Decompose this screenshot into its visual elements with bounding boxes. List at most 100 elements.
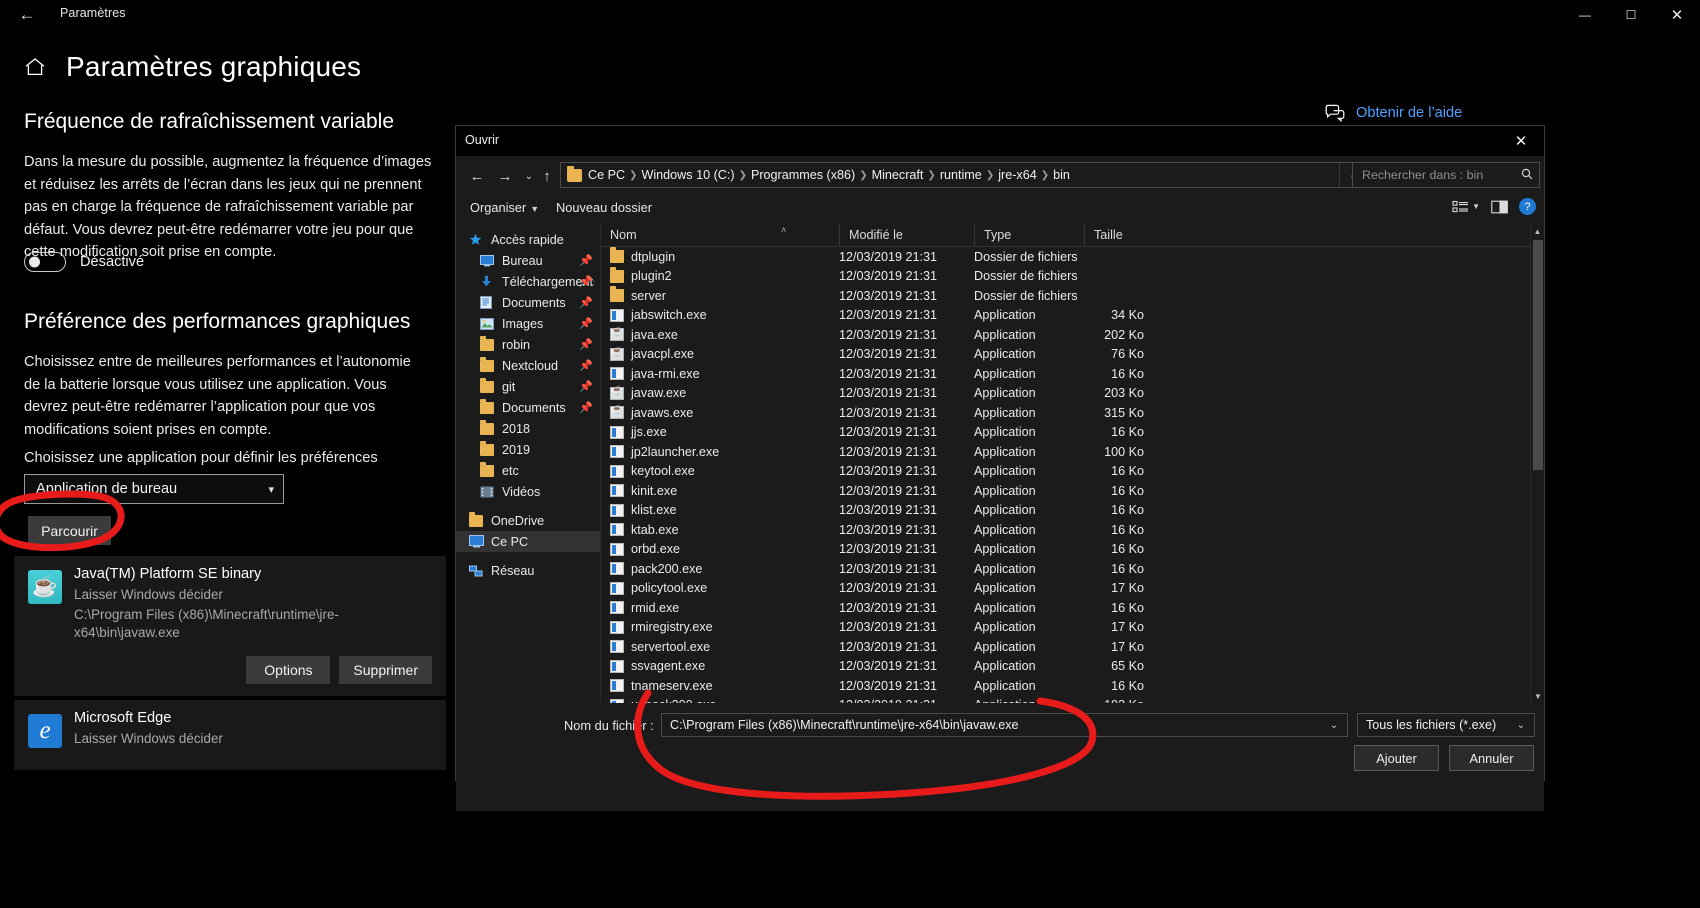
table-row[interactable]: java-rmi.exe12/03/2019 21:31Application1…	[601, 364, 1544, 384]
cell-modified: 12/03/2019 21:31	[839, 386, 974, 400]
breadcrumb-bar[interactable]: Ce PC❯Windows 10 (C:)❯Programmes (x86)❯M…	[560, 162, 1398, 188]
pin-icon[interactable]: 📌	[579, 296, 593, 309]
back-arrow-icon[interactable]: ←	[14, 4, 40, 26]
cancel-button[interactable]: Annuler	[1449, 745, 1534, 771]
table-row[interactable]: kinit.exe12/03/2019 21:31Application16 K…	[601, 481, 1544, 501]
breadcrumb-item[interactable]: jre-x64	[994, 168, 1041, 182]
new-folder-button[interactable]: Nouveau dossier	[556, 200, 652, 215]
app-entry-edge[interactable]: e Microsoft Edge Laisser Windows décider	[14, 700, 446, 770]
tree-item-bureau[interactable]: Bureau📌	[456, 250, 600, 271]
tree-item-etc[interactable]: etc	[456, 460, 600, 481]
table-row[interactable]: rmiregistry.exe12/03/2019 21:31Applicati…	[601, 618, 1544, 638]
nav-back-icon[interactable]: ←	[466, 165, 488, 187]
search-icon[interactable]	[1521, 168, 1533, 183]
table-row[interactable]: keytool.exe12/03/2019 21:31Application16…	[601, 462, 1544, 482]
table-row[interactable]: plugin212/03/2019 21:31Dossier de fichie…	[601, 267, 1544, 287]
organise-menu[interactable]: Organiser▼	[470, 200, 539, 215]
table-row[interactable]: pack200.exe12/03/2019 21:31Application16…	[601, 559, 1544, 579]
browse-button[interactable]: Parcourir	[28, 516, 111, 545]
pin-icon[interactable]: 📌	[579, 275, 593, 288]
pin-icon[interactable]: 📌	[579, 401, 593, 414]
breadcrumb-item[interactable]: runtime	[936, 168, 986, 182]
table-row[interactable]: jjs.exe12/03/2019 21:31Application16 Ko	[601, 423, 1544, 443]
search-input-placeholder[interactable]: Rechercher dans : bin	[1362, 168, 1521, 182]
add-button[interactable]: Ajouter	[1354, 745, 1439, 771]
table-row[interactable]: servertool.exe12/03/2019 21:31Applicatio…	[601, 637, 1544, 657]
remove-button[interactable]: Supprimer	[339, 656, 432, 684]
pin-icon[interactable]: 📌	[579, 380, 593, 393]
pin-icon[interactable]: 📌	[579, 317, 593, 330]
minimize-icon[interactable]: —	[1562, 0, 1608, 30]
tree-item-nextcloud[interactable]: Nextcloud📌	[456, 355, 600, 376]
table-row[interactable]: dtplugin12/03/2019 21:31Dossier de fichi…	[601, 247, 1544, 267]
nav-forward-icon[interactable]: →	[494, 165, 516, 187]
table-row[interactable]: javaw.exe12/03/2019 21:31Application203 …	[601, 384, 1544, 404]
tree-item-images[interactable]: Images📌	[456, 313, 600, 334]
tree-item-2018[interactable]: 2018	[456, 418, 600, 439]
tree-item-documents[interactable]: Documents📌	[456, 397, 600, 418]
tree-item-documents[interactable]: Documents📌	[456, 292, 600, 313]
tree-item-r-seau[interactable]: Réseau	[456, 560, 600, 581]
options-button[interactable]: Options	[246, 656, 330, 684]
column-header-size[interactable]: Taille	[1084, 224, 1154, 246]
tree-item-robin[interactable]: robin📌	[456, 334, 600, 355]
pin-icon[interactable]: 📌	[579, 338, 593, 351]
tree-item-t-l-chargements[interactable]: Téléchargements📌	[456, 271, 600, 292]
scrollbar-thumb[interactable]	[1533, 240, 1543, 470]
table-row[interactable]: java.exe12/03/2019 21:31Application202 K…	[601, 325, 1544, 345]
chevron-down-icon[interactable]: ⌄	[1325, 720, 1343, 731]
scroll-up-icon[interactable]: ▲	[1531, 224, 1544, 238]
tree-item-ce-pc[interactable]: Ce PC	[456, 531, 600, 552]
table-row[interactable]: javaws.exe12/03/2019 21:31Application315…	[601, 403, 1544, 423]
nav-up-icon[interactable]: ↑	[536, 165, 558, 187]
app-type-dropdown[interactable]: Application de bureau ▾	[24, 474, 284, 504]
file-list-scrollbar[interactable]: ▲ ▼	[1530, 224, 1544, 703]
tree-item-git[interactable]: git📌	[456, 376, 600, 397]
table-row[interactable]: orbd.exe12/03/2019 21:31Application16 Ko	[601, 540, 1544, 560]
breadcrumb-item[interactable]: Minecraft	[868, 168, 928, 182]
folder-icon	[567, 169, 582, 182]
table-row[interactable]: policytool.exe12/03/2019 21:31Applicatio…	[601, 579, 1544, 599]
table-row[interactable]: ssvagent.exe12/03/2019 21:31Application6…	[601, 657, 1544, 677]
dialog-close-icon[interactable]: ✕	[1498, 126, 1544, 156]
view-list-icon[interactable]: ▼	[1452, 200, 1480, 214]
pin-icon[interactable]: 📌	[579, 359, 593, 372]
column-header-modified[interactable]: Modifié le	[839, 224, 974, 246]
chevron-down-icon[interactable]: ⌄	[1512, 720, 1530, 731]
table-row[interactable]: jp2launcher.exe12/03/2019 21:31Applicati…	[601, 442, 1544, 462]
breadcrumb-item[interactable]: Ce PC	[584, 168, 629, 182]
table-row[interactable]: rmid.exe12/03/2019 21:31Application16 Ko	[601, 598, 1544, 618]
vrr-toggle-row[interactable]: Désactivé	[24, 252, 144, 272]
filename-input[interactable]: C:\Program Files (x86)\Minecraft\runtime…	[661, 713, 1348, 737]
table-row[interactable]: unpack200.exe12/03/2019 21:31Application…	[601, 696, 1544, 704]
get-help-link[interactable]: Obtenir de l’aide	[1325, 104, 1462, 122]
column-header-type[interactable]: Type	[974, 224, 1084, 246]
search-box[interactable]: Rechercher dans : bin	[1352, 162, 1540, 188]
tree-item-vid-os[interactable]: Vidéos	[456, 481, 600, 502]
app-entry-java[interactable]: ☕ Java(TM) Platform SE binary Laisser Wi…	[14, 556, 446, 696]
column-header-name[interactable]: Nom	[601, 224, 839, 246]
filename-value[interactable]: C:\Program Files (x86)\Minecraft\runtime…	[670, 718, 1325, 732]
filetype-dropdown[interactable]: Tous les fichiers (*.exe) ⌄	[1357, 713, 1535, 737]
breadcrumb-item[interactable]: Programmes (x86)	[747, 168, 859, 182]
help-icon[interactable]: ?	[1519, 198, 1536, 215]
pin-icon[interactable]: 📌	[579, 254, 593, 267]
breadcrumb-item[interactable]: bin	[1049, 168, 1074, 182]
preview-pane-icon[interactable]	[1491, 200, 1508, 214]
breadcrumb-item[interactable]: Windows 10 (C:)	[637, 168, 738, 182]
table-row[interactable]: javacpl.exe12/03/2019 21:31Application76…	[601, 345, 1544, 365]
cell-name: javacpl.exe	[601, 347, 839, 361]
tree-item-2019[interactable]: 2019	[456, 439, 600, 460]
maximize-icon[interactable]: ☐	[1608, 0, 1654, 30]
vrr-toggle[interactable]	[24, 252, 66, 272]
close-icon[interactable]: ✕	[1654, 0, 1700, 30]
tree-item-onedrive[interactable]: OneDrive	[456, 510, 600, 531]
table-row[interactable]: ktab.exe12/03/2019 21:31Application16 Ko	[601, 520, 1544, 540]
tree-item-acc-s-rapide[interactable]: Accès rapide	[456, 229, 600, 250]
table-row[interactable]: jabswitch.exe12/03/2019 21:31Application…	[601, 306, 1544, 326]
table-row[interactable]: klist.exe12/03/2019 21:31Application16 K…	[601, 501, 1544, 521]
scroll-down-icon[interactable]: ▼	[1531, 689, 1545, 703]
home-icon[interactable]	[22, 54, 48, 80]
table-row[interactable]: tnameserv.exe12/03/2019 21:31Application…	[601, 676, 1544, 696]
table-row[interactable]: server12/03/2019 21:31Dossier de fichier…	[601, 286, 1544, 306]
